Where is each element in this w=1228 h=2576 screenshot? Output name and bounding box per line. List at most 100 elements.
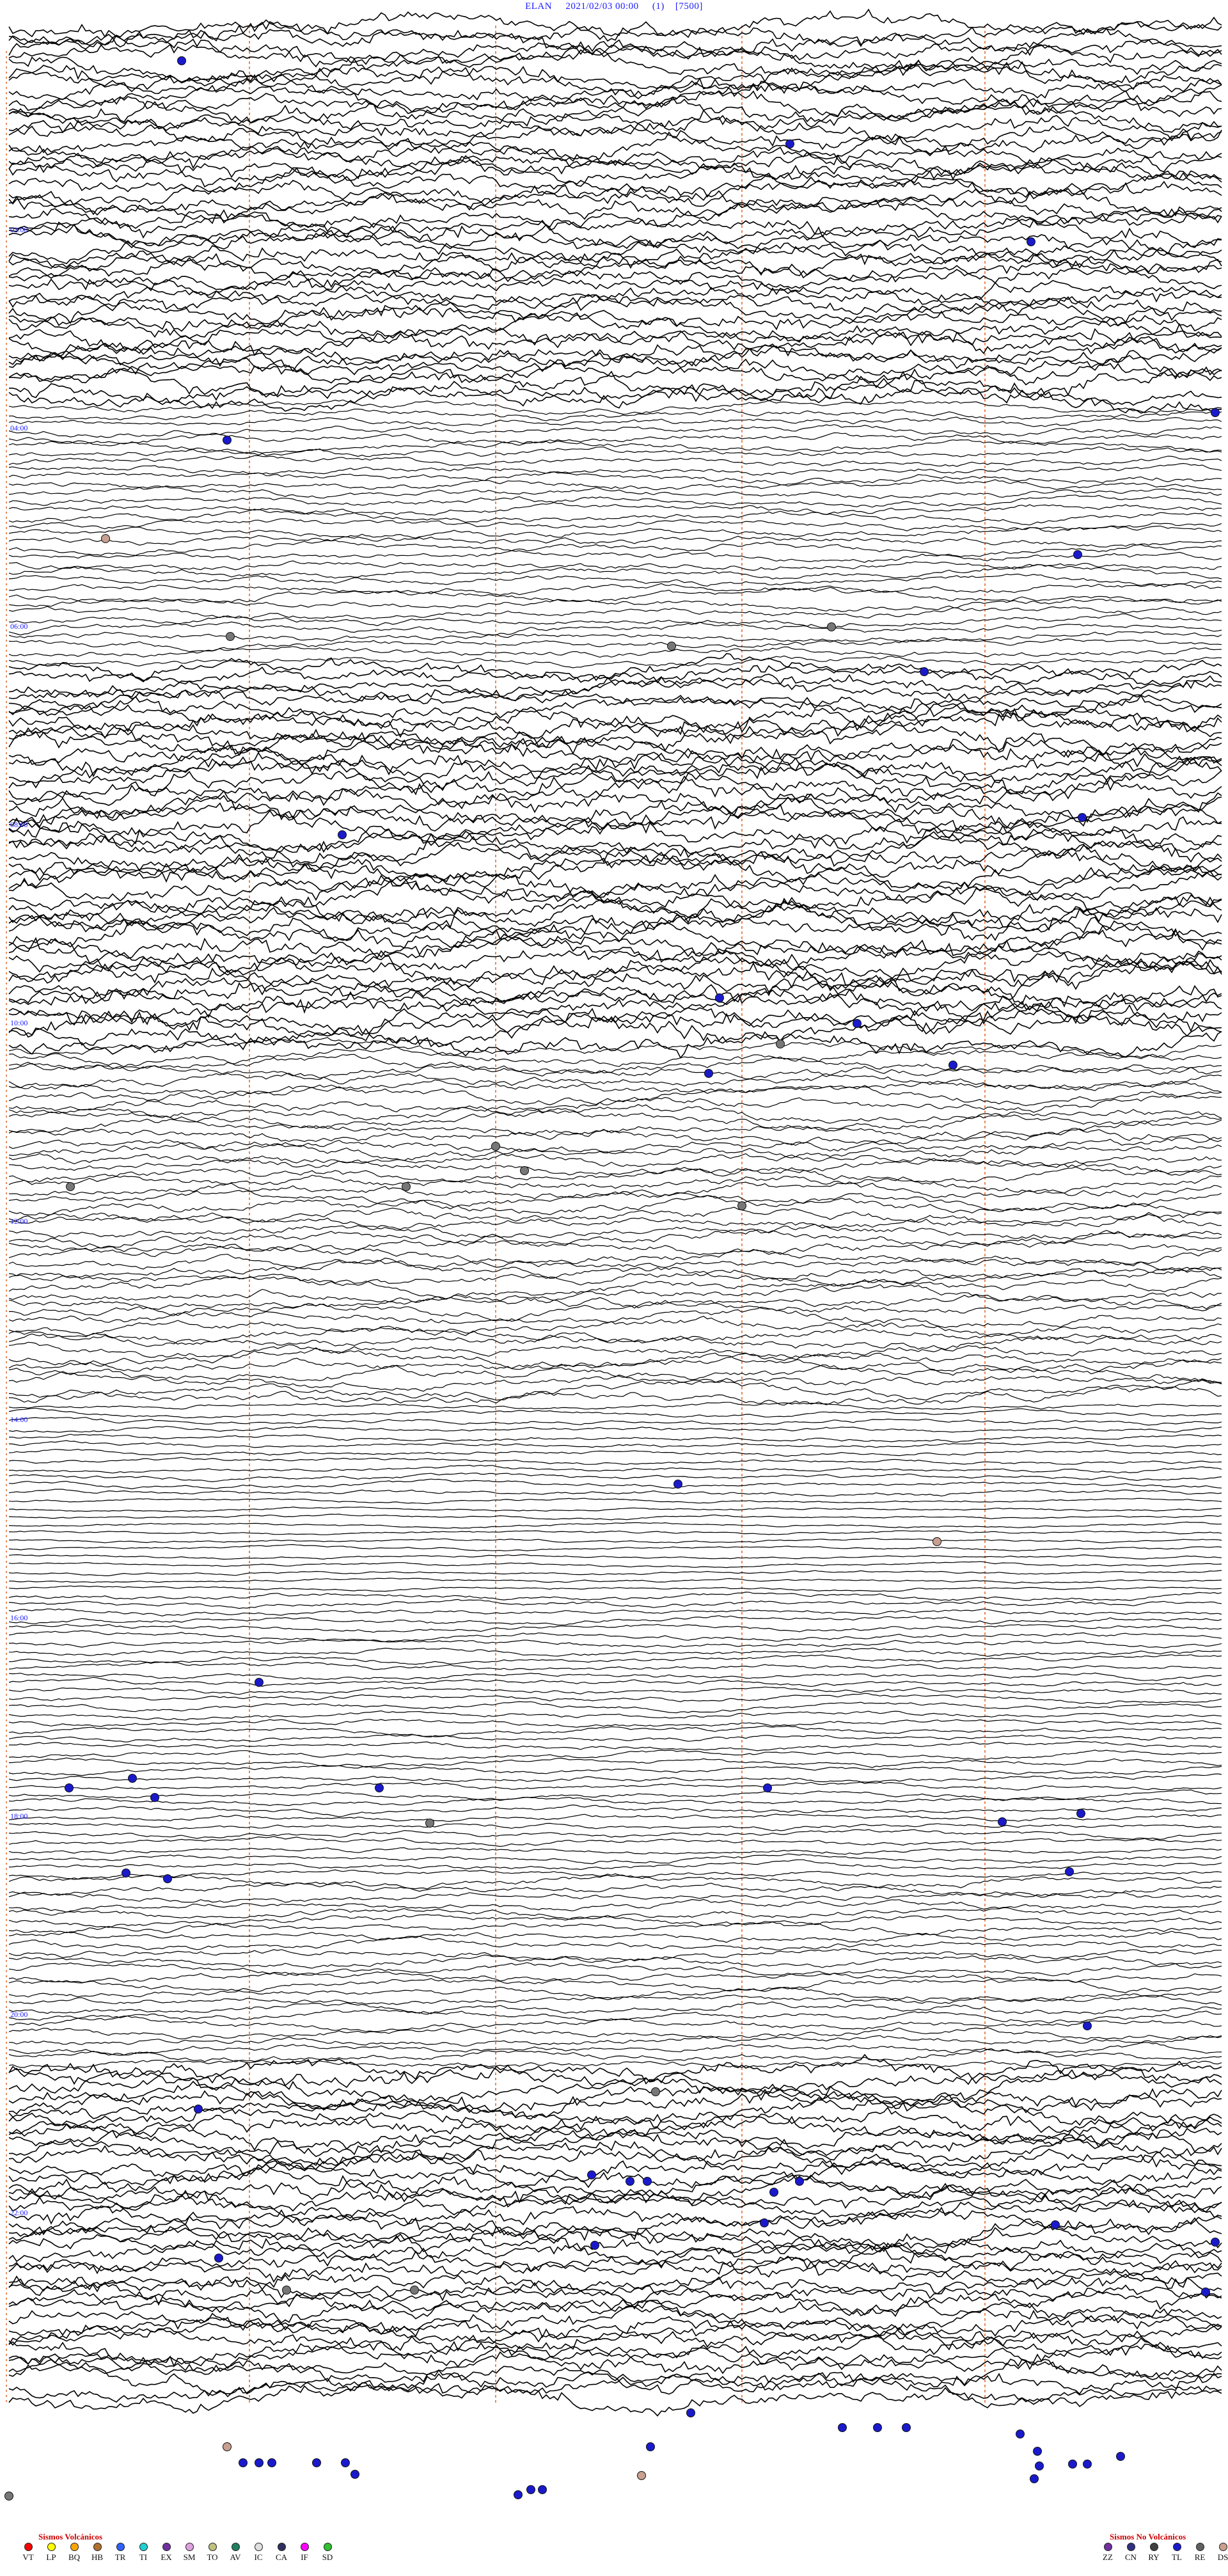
event-marker-dot[interactable] (769, 2188, 778, 2197)
event-marker-dot[interactable] (902, 2423, 911, 2432)
event-marker-dot[interactable] (643, 2177, 652, 2186)
event-marker-dot[interactable] (651, 2087, 660, 2096)
event-marker-dot[interactable] (410, 2286, 419, 2295)
seismogram-trace (8, 1037, 1222, 1059)
event-marker-dot[interactable] (785, 139, 794, 148)
event-marker-dot[interactable] (795, 2177, 804, 2186)
seismogram-trace (8, 1719, 1222, 1728)
event-marker-dot[interactable] (4, 2492, 13, 2501)
event-marker-dot[interactable] (1078, 813, 1087, 822)
event-marker-dot[interactable] (704, 1069, 713, 1078)
seismogram-trace (8, 1829, 1222, 1840)
event-marker-dot[interactable] (587, 2170, 596, 2179)
event-marker-dot[interactable] (1076, 1809, 1085, 1818)
event-marker-dot[interactable] (1051, 2220, 1060, 2229)
event-marker-dot[interactable] (686, 2408, 695, 2417)
event-marker-dot[interactable] (1030, 2474, 1039, 2483)
event-marker-dot[interactable] (491, 1142, 500, 1151)
event-marker-dot[interactable] (763, 1783, 772, 1792)
event-marker-dot[interactable] (341, 2458, 350, 2467)
event-marker-dot[interactable] (1035, 2461, 1044, 2470)
event-marker-dot[interactable] (255, 1678, 264, 1687)
event-marker-dot[interactable] (590, 2241, 599, 2250)
event-marker-dot[interactable] (673, 1480, 682, 1489)
event-marker-dot[interactable] (223, 2442, 232, 2451)
seismogram-trace (8, 991, 1222, 1027)
event-marker-dot[interactable] (223, 436, 232, 445)
event-marker-dot[interactable] (538, 2485, 547, 2494)
seismogram-trace (8, 1741, 1222, 1751)
seismogram-trace (8, 446, 1222, 457)
seismogram-trace (8, 1276, 1222, 1300)
event-marker-dot[interactable] (226, 632, 235, 641)
event-marker-dot[interactable] (949, 1061, 957, 1070)
event-marker-dot[interactable] (101, 534, 110, 543)
event-marker-dot[interactable] (150, 1793, 159, 1802)
event-marker-dot[interactable] (312, 2458, 321, 2467)
event-marker-dot[interactable] (520, 1166, 529, 1175)
seismogram-trace (8, 1478, 1222, 1490)
seismogram-trace (8, 1457, 1222, 1465)
event-marker-dot[interactable] (122, 1869, 130, 1877)
seismogram-trace (8, 564, 1222, 580)
event-marker-dot[interactable] (1027, 237, 1035, 246)
event-marker-dot[interactable] (375, 1783, 384, 1792)
event-marker-dot[interactable] (1201, 2288, 1210, 2296)
seismogram-trace (8, 2383, 1222, 2417)
event-marker-dot[interactable] (350, 2470, 359, 2479)
event-marker-dot[interactable] (637, 2471, 646, 2480)
event-marker-dot[interactable] (267, 2458, 276, 2467)
seismogram-trace (8, 1300, 1222, 1322)
event-marker-dot[interactable] (1211, 2238, 1220, 2247)
event-marker-dot[interactable] (338, 830, 347, 839)
event-marker-dot[interactable] (66, 1182, 75, 1191)
event-marker-dot[interactable] (827, 622, 836, 631)
event-marker-dot[interactable] (667, 642, 676, 651)
event-marker-dot[interactable] (1116, 2452, 1125, 2461)
event-marker-dot[interactable] (239, 2458, 248, 2467)
legend-item-ds: DS (1214, 2543, 1228, 2563)
event-marker-dot[interactable] (1065, 1867, 1074, 1876)
event-marker-dot[interactable] (177, 56, 186, 65)
event-marker-dot[interactable] (255, 2458, 264, 2467)
event-marker-dot[interactable] (425, 1819, 434, 1828)
seismogram-trace (8, 1710, 1222, 1721)
event-marker-dot[interactable] (1083, 2460, 1092, 2469)
event-marker-dot[interactable] (920, 667, 929, 676)
event-marker-dot[interactable] (128, 1774, 137, 1783)
event-marker-dot[interactable] (214, 2254, 223, 2263)
legend-item-sd: SD (319, 2543, 336, 2563)
event-marker-dot[interactable] (1068, 2460, 1077, 2469)
time-label: 10:00 (10, 1018, 28, 1027)
event-marker-dot[interactable] (715, 993, 724, 1002)
event-marker-dot[interactable] (514, 2490, 523, 2499)
seismogram-trace (8, 462, 1222, 476)
event-marker-dot[interactable] (282, 2286, 291, 2295)
seismogram-trace (8, 1693, 1222, 1705)
event-marker-dot[interactable] (1033, 2447, 1042, 2456)
legend-code: IF (301, 2552, 308, 2562)
seismogram-trace (8, 1869, 1222, 1880)
event-marker-dot[interactable] (65, 1783, 74, 1792)
event-marker-dot[interactable] (873, 2423, 882, 2432)
event-marker-dot[interactable] (194, 2105, 203, 2114)
event-marker-dot[interactable] (737, 1201, 746, 1210)
event-marker-dot[interactable] (853, 1019, 862, 1028)
seismogram-trace (8, 1448, 1222, 1457)
event-marker-dot[interactable] (998, 1817, 1007, 1826)
event-marker-dot[interactable] (163, 1874, 172, 1883)
event-marker-dot[interactable] (526, 2485, 535, 2494)
seismogram-trace (8, 1025, 1222, 1059)
event-marker-dot[interactable] (1073, 550, 1082, 559)
event-marker-dot[interactable] (933, 1537, 941, 1546)
event-marker-dot[interactable] (1016, 2430, 1025, 2438)
event-marker-dot[interactable] (626, 2177, 634, 2186)
event-marker-dot[interactable] (776, 1039, 785, 1048)
event-marker-dot[interactable] (1211, 408, 1220, 417)
event-marker-dot[interactable] (402, 1182, 411, 1191)
event-marker-dot[interactable] (760, 2218, 769, 2227)
event-marker-dot[interactable] (646, 2442, 655, 2451)
event-marker-dot[interactable] (1083, 2021, 1092, 2030)
seismogram-trace (8, 686, 1222, 716)
event-marker-dot[interactable] (838, 2423, 847, 2432)
